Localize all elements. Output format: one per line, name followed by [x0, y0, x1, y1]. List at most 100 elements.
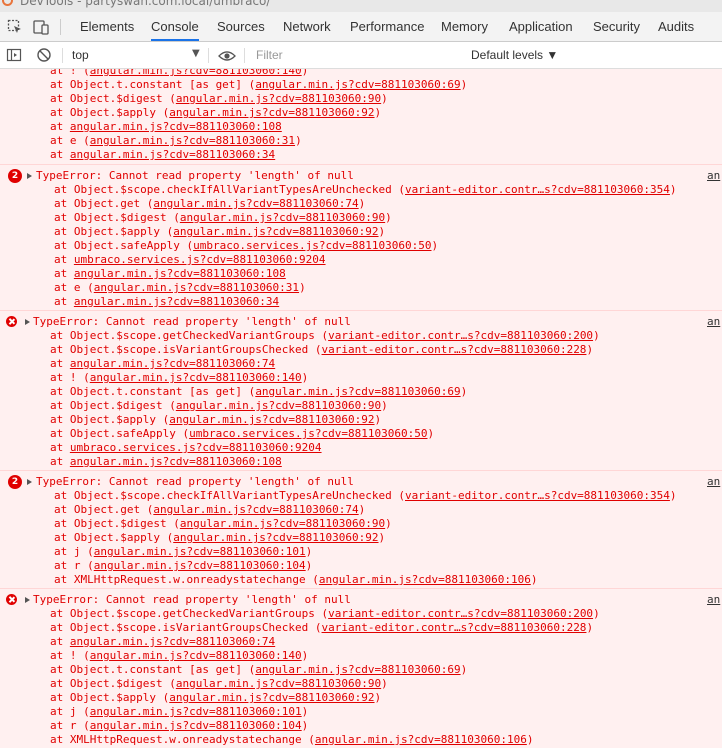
- log-levels-dropdown[interactable]: Default levels ▼: [471, 48, 558, 62]
- stack-frame: at Object.$digest (angular.min.js?cdv=88…: [54, 211, 392, 224]
- source-location-link[interactable]: angular.min.js?cdv=881103060:31: [94, 281, 299, 294]
- stack-frame: at Object.t.constant [as get] (angular.m…: [50, 663, 468, 676]
- source-location-link[interactable]: angular.min.js?cdv=881103060:140: [90, 649, 302, 662]
- toolbar-divider: [62, 48, 63, 63]
- tab-performance[interactable]: Performance: [350, 12, 424, 41]
- source-location-link[interactable]: angular.min.js?cdv=881103060:90: [176, 677, 381, 690]
- source-location-link[interactable]: angular.min.js?cdv=881103060:90: [180, 211, 385, 224]
- repeat-count-badge: 2: [8, 169, 22, 183]
- source-location-link[interactable]: angular.min.js?cdv=881103060:101: [94, 545, 306, 558]
- source-location-link[interactable]: variant-editor.contr…s?cdv=881103060:354: [405, 183, 670, 196]
- source-link[interactable]: an: [707, 169, 720, 183]
- source-link[interactable]: an: [707, 475, 720, 489]
- source-location-link[interactable]: angular.min.js?cdv=881103060:69: [255, 78, 460, 91]
- source-location-link[interactable]: angular.min.js?cdv=881103060:90: [176, 399, 381, 412]
- source-location-link[interactable]: angular.min.js?cdv=881103060:74: [70, 357, 275, 370]
- source-location-link[interactable]: angular.min.js?cdv=881103060:140: [90, 69, 302, 77]
- source-location-link[interactable]: umbraco.services.js?cdv=881103060:9204: [70, 441, 322, 454]
- source-location-link[interactable]: angular.min.js?cdv=881103060:31: [90, 134, 295, 147]
- source-location-link[interactable]: angular.min.js?cdv=881103060:69: [255, 663, 460, 676]
- stack-frame: at Object.$digest (angular.min.js?cdv=88…: [50, 92, 388, 105]
- source-location-link[interactable]: umbraco.services.js?cdv=881103060:50: [193, 239, 431, 252]
- inspect-element-icon[interactable]: [6, 18, 24, 36]
- console-error-message[interactable]: 2 TypeError: Cannot read property 'length…: [0, 164, 722, 310]
- source-location-link[interactable]: angular.min.js?cdv=881103060:74: [70, 635, 275, 648]
- tab-security[interactable]: Security: [593, 12, 640, 41]
- stack-frame: at Object.$scope.getCheckedVariantGroups…: [50, 607, 600, 620]
- stack-frame: at Object.$apply (angular.min.js?cdv=881…: [54, 531, 386, 544]
- tabbar-divider: [60, 19, 61, 35]
- sidebar-toggle-icon[interactable]: [6, 47, 22, 67]
- stack-frame: at e (angular.min.js?cdv=881103060:31): [54, 281, 306, 294]
- stack-frame: at angular.min.js?cdv=881103060:108: [50, 455, 282, 468]
- chevron-down-icon[interactable]: ▼: [192, 48, 200, 59]
- expand-triangle-icon[interactable]: [27, 479, 32, 485]
- toolbar-divider: [244, 48, 245, 63]
- source-location-link[interactable]: angular.min.js?cdv=881103060:108: [70, 455, 282, 468]
- source-location-link[interactable]: angular.min.js?cdv=881103060:106: [319, 573, 531, 586]
- clear-console-icon[interactable]: [36, 47, 52, 67]
- console-error-message[interactable]: TypeError: Cannot read property 'length'…: [0, 310, 722, 470]
- source-location-link[interactable]: angular.min.js?cdv=881103060:92: [173, 225, 378, 238]
- stack-frame: at XMLHttpRequest.w.onreadystatechange (…: [54, 573, 538, 586]
- tab-audits[interactable]: Audits: [658, 12, 694, 41]
- stack-frame: at angular.min.js?cdv=881103060:74: [50, 357, 276, 370]
- source-location-link[interactable]: angular.min.js?cdv=881103060:74: [153, 197, 358, 210]
- devtools-tabbar: Elements Console Sources Network Performance…: [0, 12, 722, 42]
- device-toolbar-icon[interactable]: [32, 18, 50, 36]
- source-location-link[interactable]: angular.min.js?cdv=881103060:34: [70, 148, 275, 161]
- source-location-link[interactable]: angular.min.js?cdv=881103060:74: [153, 503, 358, 516]
- filter-input[interactable]: [250, 45, 460, 65]
- source-location-link[interactable]: angular.min.js?cdv=881103060:106: [315, 733, 527, 746]
- source-location-link[interactable]: variant-editor.contr…s?cdv=881103060:200: [328, 329, 593, 342]
- tab-console[interactable]: Console: [151, 12, 199, 41]
- error-message-text: TypeError: Cannot read property 'length'…: [33, 593, 351, 606]
- error-message-text: TypeError: Cannot read property 'length'…: [36, 475, 354, 488]
- source-location-link[interactable]: angular.min.js?cdv=881103060:34: [74, 295, 279, 308]
- source-location-link[interactable]: variant-editor.contr…s?cdv=881103060:228: [322, 343, 587, 356]
- source-location-link[interactable]: umbraco.services.js?cdv=881103060:9204: [74, 253, 326, 266]
- source-location-link[interactable]: angular.min.js?cdv=881103060:101: [90, 705, 302, 718]
- stack-frame: at Object.$scope.getCheckedVariantGroups…: [50, 329, 600, 342]
- error-message-text: TypeError: Cannot read property 'length'…: [36, 169, 354, 182]
- source-link[interactable]: an: [707, 315, 720, 329]
- tab-network[interactable]: Network: [283, 12, 331, 41]
- live-expression-eye-icon[interactable]: [218, 48, 236, 67]
- source-location-link[interactable]: angular.min.js?cdv=881103060:108: [70, 120, 282, 133]
- source-location-link[interactable]: angular.min.js?cdv=881103060:90: [180, 517, 385, 530]
- source-location-link[interactable]: variant-editor.contr…s?cdv=881103060:354: [405, 489, 670, 502]
- source-location-link[interactable]: angular.min.js?cdv=881103060:140: [90, 371, 302, 384]
- source-location-link[interactable]: angular.min.js?cdv=881103060:108: [74, 267, 286, 280]
- console-message-continued: at ! (angular.min.js?cdv=881103060:140) a…: [0, 69, 722, 171]
- console-error-message[interactable]: 2 TypeError: Cannot read property 'length…: [0, 470, 722, 588]
- expand-triangle-icon[interactable]: [25, 319, 30, 325]
- tab-sources[interactable]: Sources: [217, 12, 265, 41]
- source-location-link[interactable]: angular.min.js?cdv=881103060:69: [255, 385, 460, 398]
- stack-frame: at r (angular.min.js?cdv=881103060:104): [54, 559, 313, 572]
- source-location-link[interactable]: angular.min.js?cdv=881103060:90: [176, 92, 381, 105]
- tab-elements[interactable]: Elements: [80, 12, 134, 41]
- window-title: DevTools - partyswan.com.local/umbraco/: [20, 0, 271, 8]
- source-location-link[interactable]: angular.min.js?cdv=881103060:92: [173, 531, 378, 544]
- source-location-link[interactable]: angular.min.js?cdv=881103060:92: [169, 106, 374, 119]
- source-location-link[interactable]: variant-editor.contr…s?cdv=881103060:200: [328, 607, 593, 620]
- tab-memory[interactable]: Memory: [441, 12, 488, 41]
- expand-triangle-icon[interactable]: [25, 597, 30, 603]
- stack-frame: at Object.$apply (angular.min.js?cdv=881…: [54, 225, 386, 238]
- source-location-link[interactable]: angular.min.js?cdv=881103060:92: [169, 691, 374, 704]
- console-error-message[interactable]: TypeError: Cannot read property 'length'…: [0, 588, 722, 748]
- console-toolbar: top ▼ Default levels ▼: [0, 42, 722, 69]
- source-location-link[interactable]: angular.min.js?cdv=881103060:104: [90, 719, 302, 732]
- stack-frame: at umbraco.services.js?cdv=881103060:920…: [54, 253, 326, 266]
- stack-frame: at Object.$scope.checkIfAllVariantTypesA…: [54, 183, 677, 196]
- stack-frame: at Object.$digest (angular.min.js?cdv=88…: [54, 517, 392, 530]
- source-link[interactable]: an: [707, 593, 720, 607]
- source-location-link[interactable]: angular.min.js?cdv=881103060:92: [169, 413, 374, 426]
- expand-triangle-icon[interactable]: [27, 173, 32, 179]
- tab-application[interactable]: Application: [509, 12, 573, 41]
- source-location-link[interactable]: angular.min.js?cdv=881103060:104: [94, 559, 306, 572]
- context-selector[interactable]: top: [72, 48, 89, 62]
- source-location-link[interactable]: umbraco.services.js?cdv=881103060:50: [189, 427, 427, 440]
- source-location-link[interactable]: variant-editor.contr…s?cdv=881103060:228: [322, 621, 587, 634]
- stack-frame: at ! (angular.min.js?cdv=881103060:140): [50, 69, 308, 78]
